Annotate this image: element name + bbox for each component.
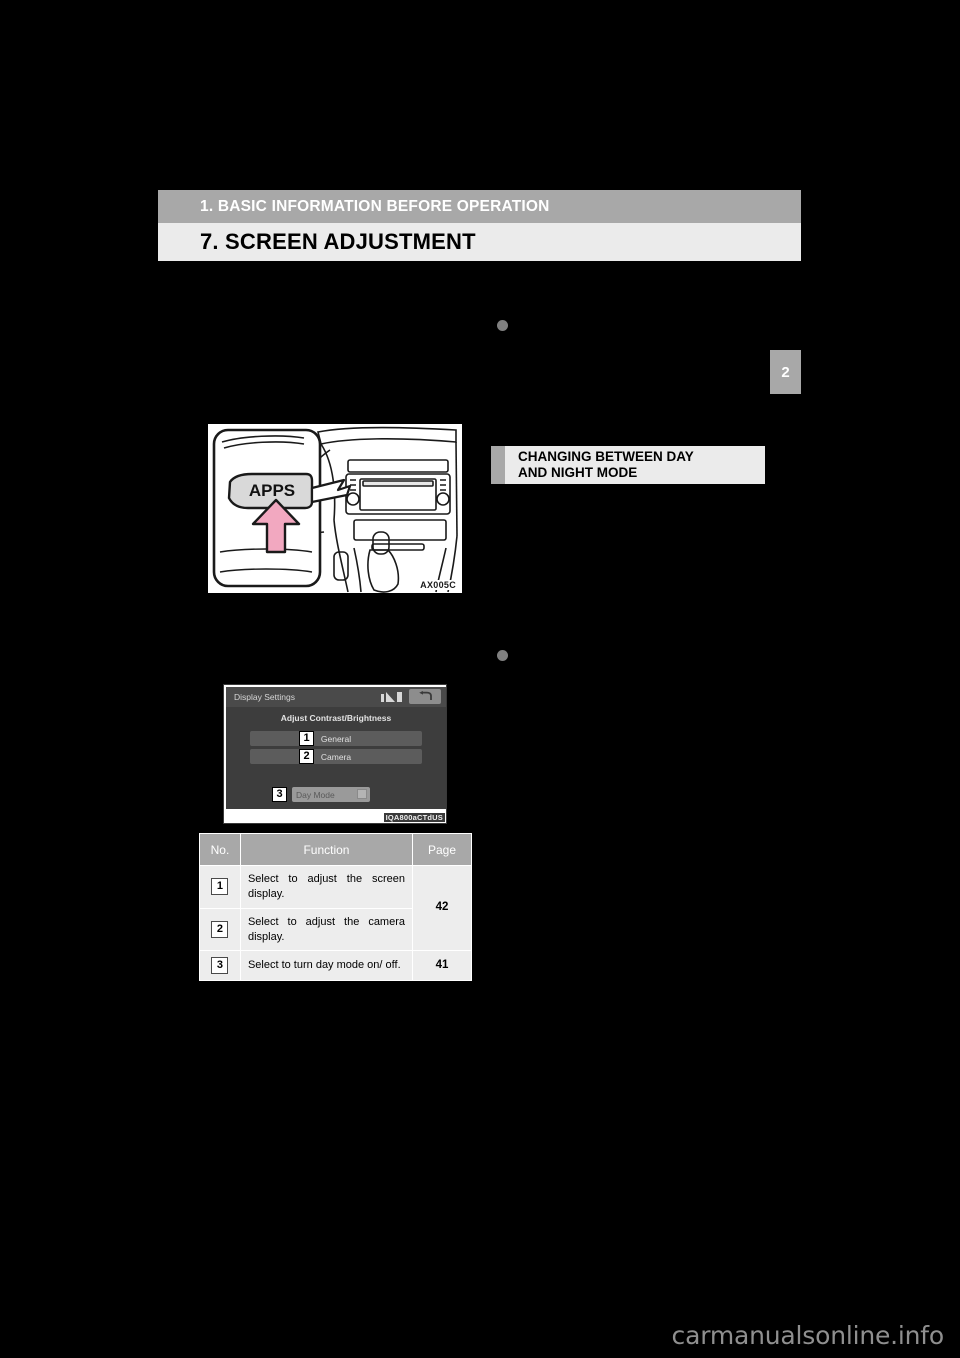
figure-code-screen: IQA800aCTdUS bbox=[383, 813, 445, 822]
table-cell-no: 1 bbox=[199, 865, 241, 909]
screen-title-bar: Display Settings bbox=[226, 687, 446, 707]
screen-button-general[interactable]: General bbox=[250, 731, 422, 746]
day-mode-checkbox[interactable] bbox=[357, 789, 367, 799]
table-cell-page: 42 bbox=[412, 864, 472, 952]
screen-content: Display Settings Adjust Contrast/Brightn… bbox=[226, 687, 446, 809]
callout-3: 3 bbox=[272, 787, 287, 802]
table-cell-function: Select to turn day mode on/ off. bbox=[239, 950, 414, 982]
return-arrow-icon[interactable] bbox=[409, 689, 441, 704]
chapter-header-bar: 1. BASIC INFORMATION BEFORE OPERATION bbox=[158, 190, 801, 223]
table-header-no: No. bbox=[199, 833, 241, 866]
apps-button-label: APPS bbox=[249, 481, 295, 500]
table-header-row: No. Function Page bbox=[199, 833, 472, 866]
table-cell-function: Select to adjust the screen display. bbox=[239, 865, 414, 909]
screen-subtitle: Adjust Contrast/Brightness bbox=[280, 713, 392, 723]
table-header-function: Function bbox=[239, 833, 414, 866]
chapter-title: 1. BASIC INFORMATION BEFORE OPERATION bbox=[200, 197, 550, 215]
function-table: No. Function Page 1 Select to adjust the… bbox=[199, 833, 472, 982]
bullet-marker-1 bbox=[497, 320, 508, 331]
subheading-marker bbox=[491, 446, 505, 484]
callout-1: 1 bbox=[299, 731, 314, 746]
table-cell-no: 2 bbox=[199, 907, 241, 952]
num-box-1: 1 bbox=[211, 878, 229, 896]
section-header-bar: 7. SCREEN ADJUSTMENT bbox=[158, 223, 801, 261]
num-box-3: 3 bbox=[211, 957, 229, 975]
site-watermark: carmanualsonline.info bbox=[671, 1321, 945, 1350]
dashboard-illustration: APPS bbox=[208, 424, 462, 593]
figure-dashboard-apps-button: APPS AX005C bbox=[206, 422, 464, 595]
bluetooth-icon bbox=[381, 694, 384, 702]
signal-icon bbox=[386, 692, 395, 702]
screen-button-general-label: General bbox=[320, 733, 352, 744]
table-row: 1 Select to adjust the screen display. 4… bbox=[199, 864, 472, 952]
bullet-marker-2 bbox=[497, 650, 508, 661]
num-box-2: 2 bbox=[211, 921, 229, 939]
subheading-line-1: CHANGING BETWEEN DAY bbox=[518, 448, 694, 464]
table-cell-page: 41 bbox=[412, 950, 472, 982]
figure-display-settings-screen: Display Settings Adjust Contrast/Brightn… bbox=[223, 684, 447, 824]
table-cell-function: Select to adjust the camera display. bbox=[239, 907, 414, 952]
table-header-page: Page bbox=[412, 833, 472, 866]
screen-status-icons bbox=[381, 691, 402, 702]
battery-icon bbox=[397, 692, 402, 702]
subheading-changing-day-night-mode: CHANGING BETWEEN DAY AND NIGHT MODE bbox=[491, 446, 765, 484]
screen-button-camera[interactable]: Camera bbox=[250, 749, 422, 764]
chapter-index-tab: 2 bbox=[770, 350, 801, 394]
subheading-text: CHANGING BETWEEN DAY AND NIGHT MODE bbox=[518, 449, 694, 482]
screen-title: Display Settings bbox=[234, 692, 295, 702]
screen-button-day-mode[interactable]: Day Mode bbox=[292, 787, 370, 802]
screen-button-camera-label: Camera bbox=[320, 751, 352, 762]
page-title: 7. SCREEN ADJUSTMENT bbox=[200, 229, 476, 254]
subheading-line-2: AND NIGHT MODE bbox=[518, 465, 638, 480]
table-cell-no: 3 bbox=[199, 950, 241, 982]
screen-button-day-mode-label: Day Mode bbox=[296, 789, 335, 800]
figure-code-car: AX005C bbox=[418, 580, 458, 590]
table-row: 3 Select to turn day mode on/ off. 41 bbox=[199, 950, 472, 982]
callout-2: 2 bbox=[299, 749, 314, 764]
